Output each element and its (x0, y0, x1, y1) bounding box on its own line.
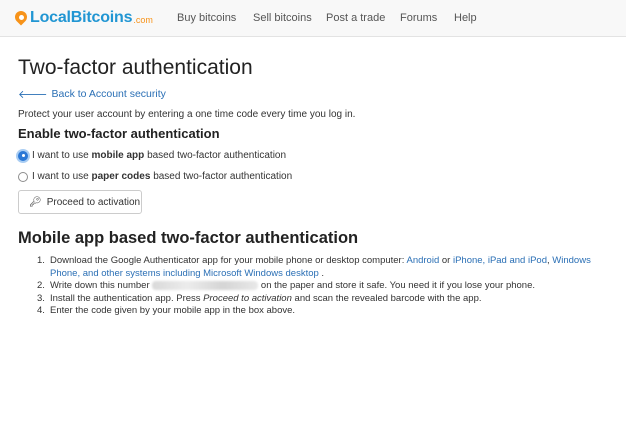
step-number: 2. (37, 280, 45, 291)
step-number: 1. (37, 255, 45, 266)
ios-link[interactable]: iPhone, iPad and iPod (453, 255, 547, 266)
intro-text: Protect your user account by entering a … (18, 109, 356, 120)
step-text: Install the authentication app. Press (50, 292, 204, 304)
option-mobile-bold: mobile app (91, 150, 145, 161)
option-paper-post: based two-factor authentication (153, 171, 293, 182)
option-paper-bold: paper codes (91, 171, 151, 182)
nav-forums[interactable]: Forums (400, 12, 437, 24)
logo-domain: .com (133, 15, 153, 25)
page-title: Two-factor authentication (18, 56, 253, 79)
back-to-account-security-link[interactable]: 🡐 Back to Account security (18, 87, 166, 101)
arrow-left-icon: 🡐 (18, 89, 48, 101)
nav-help[interactable]: Help (454, 12, 477, 24)
redacted-secret-number (152, 280, 259, 290)
instructions-list: 1. Download the Google Authenticator app… (37, 255, 617, 318)
option-mobile-pre: I want to use (32, 150, 89, 161)
nav-buy-bitcoins[interactable]: Buy bitcoins (177, 12, 236, 24)
step-text: . (318, 267, 325, 279)
proceed-button-label: Proceed to activation (46, 196, 141, 208)
step-number: 3. (37, 292, 45, 304)
enable-2fa-heading: Enable two-factor authentication (18, 126, 220, 141)
logo-text: LocalBitcoins (30, 9, 133, 26)
proceed-to-activation-button[interactable]: 🔑︎ Proceed to activation (18, 190, 142, 214)
list-item: 4. Enter the code given by your mobile a… (37, 305, 617, 318)
step-text: or (439, 255, 453, 266)
step-text: Download the Google Authenticator app fo… (50, 255, 407, 266)
nav-sell-bitcoins[interactable]: Sell bitcoins (253, 12, 312, 24)
back-link-label: Back to Account security (51, 88, 166, 100)
key-icon: 🔑︎ (29, 196, 42, 208)
step-text: Write down this number (50, 280, 153, 291)
list-item: 1. Download the Google Authenticator app… (37, 255, 617, 280)
map-pin-icon (12, 8, 30, 26)
top-navbar: LocalBitcoins .com Buy bitcoins Sell bit… (0, 0, 626, 37)
option-paper-pre: I want to use (32, 171, 89, 182)
step-text: and scan the revealed barcode with the a… (291, 292, 482, 304)
site-logo[interactable]: LocalBitcoins .com (12, 8, 153, 28)
list-item: 3. Install the authentication app. Press… (37, 293, 617, 306)
option-paper-codes[interactable]: I want to use paper codes based two-fact… (18, 171, 292, 182)
paper-codes-radio[interactable] (18, 171, 28, 182)
step-text: on the paper and store it safe. You need… (258, 280, 536, 291)
list-item: 2. Write down this number on the paper a… (37, 280, 617, 293)
step-emphasis: Proceed to activation (203, 292, 292, 304)
step-number: 4. (37, 305, 45, 316)
option-mobile-post: based two-factor authentication (147, 150, 287, 161)
step-text: Enter the code given by your mobile app … (50, 305, 296, 316)
android-link[interactable]: Android (406, 255, 439, 266)
mobile-app-radio[interactable] (18, 150, 28, 161)
mobile-2fa-heading: Mobile app based two-factor authenticati… (18, 229, 359, 247)
nav-post-a-trade[interactable]: Post a trade (326, 12, 385, 24)
option-mobile-app[interactable]: I want to use mobile app based two-facto… (18, 150, 286, 161)
